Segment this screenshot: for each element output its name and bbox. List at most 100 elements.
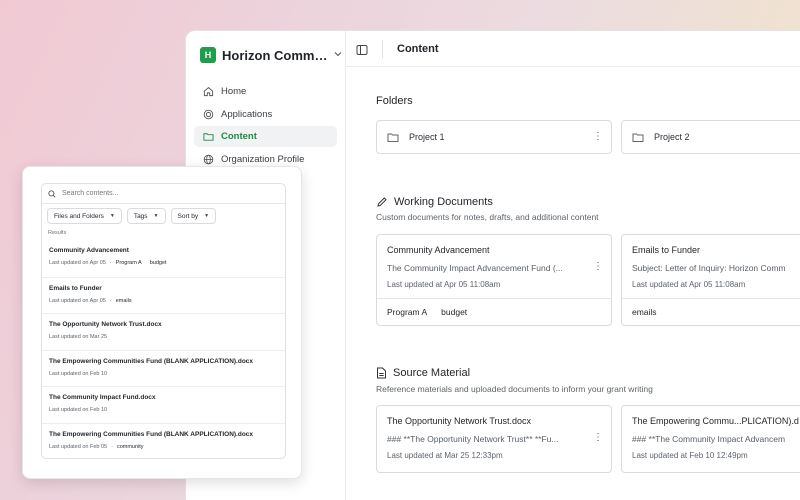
- result-updated: Last updated on Feb 10: [49, 370, 108, 377]
- filter-label: Sort by: [177, 212, 199, 220]
- results-label: Results: [48, 230, 67, 236]
- tag: budget: [149, 260, 167, 266]
- sidebar-item-label: Home: [221, 86, 247, 97]
- filter-label: Tags: [133, 212, 148, 220]
- list-item[interactable]: The Opportunity Network Trust.docx Last …: [42, 313, 285, 350]
- org-badge: H: [200, 47, 216, 63]
- divider: [382, 39, 383, 58]
- result-updated: Last updated on Mar 25: [49, 334, 108, 341]
- document-card[interactable]: The Empowering Commu...PLICATION).d ### …: [621, 405, 800, 473]
- result-meta: Last updated on Feb 10: [49, 371, 285, 377]
- source-material-subtitle: Reference materials and uploaded documen…: [376, 384, 653, 394]
- search-icon: [48, 189, 56, 198]
- org-switcher[interactable]: H Horizon Commu...: [186, 37, 345, 73]
- pencil-icon: [377, 197, 387, 207]
- list-item[interactable]: The Community Impact Fund.docx Last upda…: [42, 386, 285, 423]
- result-updated: Last updated on Apr 05: [49, 260, 106, 266]
- chevron-down-icon: ▼: [109, 213, 115, 219]
- tag: emails: [115, 297, 132, 304]
- result-title: Emails to Funder: [49, 284, 102, 292]
- result-title: Community Advancement: [49, 247, 129, 254]
- working-documents-subtitle: Custom documents for notes, drafts, and …: [376, 212, 599, 222]
- sidebar-nav: Home Applications Content Organization P…: [186, 81, 345, 170]
- document-card[interactable]: Emails to Funder Subject: Letter of Inqu…: [621, 234, 800, 326]
- folder-icon: [632, 133, 644, 142]
- document-title: The Opportunity Network Trust.docx: [387, 416, 532, 426]
- document-card[interactable]: Community Advancement The Community Impa…: [376, 234, 612, 326]
- result-meta: Last updated on Apr 05 · emails: [49, 298, 285, 304]
- search-popover: Search contents... Files and Folders ▼ T…: [22, 166, 302, 479]
- document-card[interactable]: The Opportunity Network Trust.docx ### *…: [376, 405, 612, 473]
- tag: Program A: [115, 260, 142, 266]
- separator: ·: [109, 260, 112, 266]
- more-options-icon[interactable]: ⋮: [593, 432, 603, 443]
- tag: community: [116, 443, 144, 450]
- sort-by-filter[interactable]: Sort by ▼: [170, 208, 217, 224]
- files-and-folders-filter[interactable]: Files and Folders ▼: [47, 208, 122, 224]
- folder-card[interactable]: Project 2: [621, 120, 800, 154]
- document-updated: Last updated at Apr 05 11:08am: [632, 280, 746, 289]
- top-bar: Content: [346, 31, 800, 67]
- result-title: The Community Impact Fund.docx: [49, 394, 156, 402]
- tag[interactable]: emails: [632, 307, 657, 317]
- home-icon: [202, 86, 214, 98]
- working-documents-heading: Working Documents: [376, 196, 493, 208]
- search-input[interactable]: Search contents...: [42, 184, 285, 204]
- result-title: The Empowering Communities Fund (BLANK A…: [49, 430, 254, 438]
- document-preview: ### **The Opportunity Network Trust** **…: [387, 434, 559, 444]
- more-options-icon[interactable]: ⋮: [593, 261, 603, 272]
- list-item[interactable]: The Empowering Communities Fund (BLANK A…: [42, 349, 285, 387]
- sidebar-item-label: Applications: [221, 108, 273, 120]
- more-options-icon[interactable]: ⋮: [593, 132, 603, 142]
- tags-filter[interactable]: Tags ▼: [126, 208, 166, 224]
- sidebar-item-home[interactable]: Home: [194, 81, 337, 102]
- folder-icon: [202, 131, 214, 143]
- source-material-heading: Source Material: [376, 367, 470, 379]
- folder-card[interactable]: Project 1 ⋮: [376, 120, 612, 154]
- document-updated: Last updated at Mar 25 12:33pm: [387, 451, 503, 460]
- list-item[interactable]: The Empowering Communities Fund (BLANK A…: [42, 422, 285, 458]
- filter-label: Files and Folders: [54, 212, 104, 220]
- document-tags: emails: [622, 298, 800, 325]
- result-updated: Last updated on Feb 10: [49, 407, 108, 414]
- chevron-down-icon: ▼: [204, 213, 210, 219]
- sidebar-toggle-icon[interactable]: [356, 43, 368, 55]
- document-updated: Last updated at Feb 10 12:49pm: [632, 451, 748, 460]
- search-panel: Search contents... Files and Folders ▼ T…: [41, 183, 286, 459]
- result-updated: Last updated on Apr 05: [49, 297, 106, 304]
- sidebar-item-content[interactable]: Content: [194, 126, 337, 147]
- tag[interactable]: Program A: [387, 307, 427, 317]
- document-title: Community Advancement: [387, 245, 490, 255]
- search-placeholder: Search contents...: [62, 190, 119, 197]
- list-item[interactable]: Community Advancement Last updated on Ap…: [42, 240, 285, 277]
- document-title: The Empowering Commu...PLICATION).d: [632, 416, 799, 426]
- filter-bar: Files and Folders ▼ Tags ▼ Sort by ▼: [42, 204, 285, 224]
- folders-heading-text: Folders: [376, 95, 413, 107]
- result-meta: Last updated on Mar 25: [49, 334, 285, 340]
- chevron-down-icon: ▼: [153, 213, 159, 219]
- document-preview: Subject: Letter of Inquiry: Horizon Comm: [632, 263, 786, 273]
- org-name: Horizon Commu...: [222, 47, 328, 63]
- separator: ·: [111, 443, 113, 450]
- list-item[interactable]: Emails to Funder Last updated on Apr 05 ·…: [42, 276, 285, 314]
- sidebar-item-applications[interactable]: Applications: [194, 104, 337, 125]
- target-icon: [202, 108, 214, 120]
- folder-name: Project 1: [409, 132, 445, 142]
- document-title: Emails to Funder: [632, 245, 701, 255]
- document-preview: The Community Impact Advancement Fund (.…: [387, 263, 563, 273]
- document-preview: ### **The Community Impact Advancem: [632, 434, 786, 444]
- folder-name: Project 2: [654, 132, 690, 142]
- result-title: The Empowering Communities Fund (BLANK A…: [49, 357, 254, 365]
- result-updated: Last updated on Feb 05: [49, 443, 108, 450]
- folder-icon: [387, 133, 399, 142]
- document-tags: Program A budget: [377, 298, 611, 325]
- result-meta: Last updated on Feb 10: [49, 407, 285, 413]
- main-content: Content Folders Project 1 ⋮ Project 2 Wo…: [346, 31, 800, 500]
- result-title: The Opportunity Network Trust.docx: [49, 321, 162, 329]
- page-title: Content: [397, 42, 439, 55]
- tag[interactable]: budget: [441, 307, 467, 317]
- results-list: Community Advancement Last updated on Ap…: [42, 240, 285, 458]
- sidebar-item-label: Organization Profile: [221, 153, 305, 165]
- result-meta: Last updated on Apr 05 · Program A budget: [49, 260, 285, 266]
- document-updated: Last updated at Apr 05 11:08am: [387, 280, 501, 289]
